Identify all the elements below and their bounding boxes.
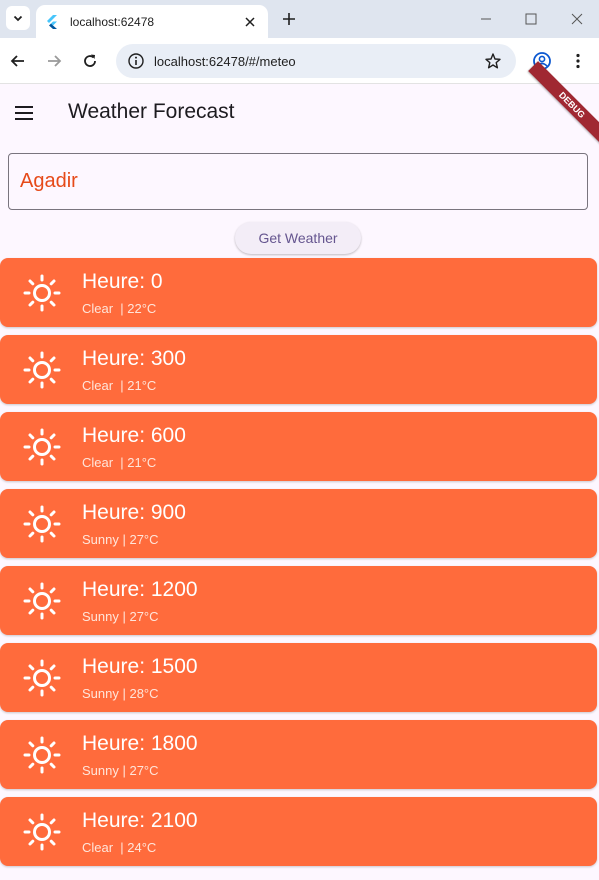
forecast-hour: Heure: 300	[82, 347, 186, 370]
forecast-condition: Clear | 22°C	[82, 301, 157, 316]
sun-icon	[22, 504, 62, 544]
url-text[interactable]: localhost:62478/#/meteo	[154, 54, 482, 69]
browser-tabstrip: localhost:62478	[0, 0, 599, 38]
forecast-condition: Sunny | 27°C	[82, 609, 159, 624]
forecast-card[interactable]: Heure: 2100 Clear | 24°C	[0, 797, 597, 866]
forecast-list: Heure: 0 Clear | 22°C Heure: 300 Clear | 21…	[0, 258, 597, 874]
forecast-hour: Heure: 0	[82, 270, 163, 293]
forecast-hour: Heure: 900	[82, 501, 186, 524]
sun-icon	[22, 581, 62, 621]
minimize-icon[interactable]	[475, 8, 497, 30]
menu-kebab-icon[interactable]	[566, 49, 590, 73]
bookmark-star-icon[interactable]	[482, 50, 504, 72]
forecast-condition: Sunny | 27°C	[82, 532, 159, 547]
forecast-hour: Heure: 2100	[82, 809, 198, 832]
new-tab-icon[interactable]	[278, 8, 300, 30]
tab-title: localhost:62478	[70, 14, 155, 29]
forecast-hour: Heure: 600	[82, 424, 186, 447]
browser-tab[interactable]: localhost:62478	[36, 5, 268, 38]
get-weather-button[interactable]: Get Weather	[235, 222, 361, 254]
address-bar[interactable]: localhost:62478/#/meteo	[116, 44, 516, 78]
sun-icon	[22, 350, 62, 390]
browser-toolbar: localhost:62478/#/meteo	[0, 38, 599, 84]
sun-icon	[22, 427, 62, 467]
forecast-card[interactable]: Heure: 900 Sunny | 27°C	[0, 489, 597, 558]
forecast-condition: Clear | 24°C	[82, 840, 157, 855]
back-icon[interactable]	[6, 49, 30, 73]
sun-icon	[22, 812, 62, 852]
page-title: Weather Forecast	[68, 100, 235, 123]
forecast-condition: Clear | 21°C	[82, 455, 157, 470]
tab-search-icon[interactable]	[6, 6, 30, 30]
reload-icon[interactable]	[78, 49, 102, 73]
sun-icon	[22, 273, 62, 313]
forecast-card[interactable]: Heure: 0 Clear | 22°C	[0, 258, 597, 327]
forecast-card[interactable]: Heure: 1800 Sunny | 27°C	[0, 720, 597, 789]
maximize-icon[interactable]	[520, 8, 542, 30]
forecast-card[interactable]: Heure: 1200 Sunny | 27°C	[0, 566, 597, 635]
forecast-hour: Heure: 1200	[82, 578, 198, 601]
forecast-card[interactable]: Heure: 1500 Sunny | 28°C	[0, 643, 597, 712]
forward-icon[interactable]	[42, 49, 66, 73]
forecast-card[interactable]: Heure: 600 Clear | 21°C	[0, 412, 597, 481]
site-info-icon[interactable]	[126, 51, 146, 71]
forecast-condition: Sunny | 27°C	[82, 763, 159, 778]
city-input[interactable]	[8, 153, 588, 210]
sun-icon	[22, 658, 62, 698]
forecast-condition: Sunny | 28°C	[82, 686, 159, 701]
hamburger-menu-icon[interactable]	[12, 101, 36, 125]
forecast-hour: Heure: 1800	[82, 732, 198, 755]
flutter-icon	[46, 14, 60, 29]
forecast-condition: Clear | 21°C	[82, 378, 157, 393]
forecast-hour: Heure: 1500	[82, 655, 198, 678]
sun-icon	[22, 735, 62, 775]
app-bar: Weather Forecast	[0, 85, 599, 141]
close-icon[interactable]	[242, 14, 258, 30]
forecast-card[interactable]: Heure: 300 Clear | 21°C	[0, 335, 597, 404]
window-close-icon[interactable]	[566, 8, 588, 30]
